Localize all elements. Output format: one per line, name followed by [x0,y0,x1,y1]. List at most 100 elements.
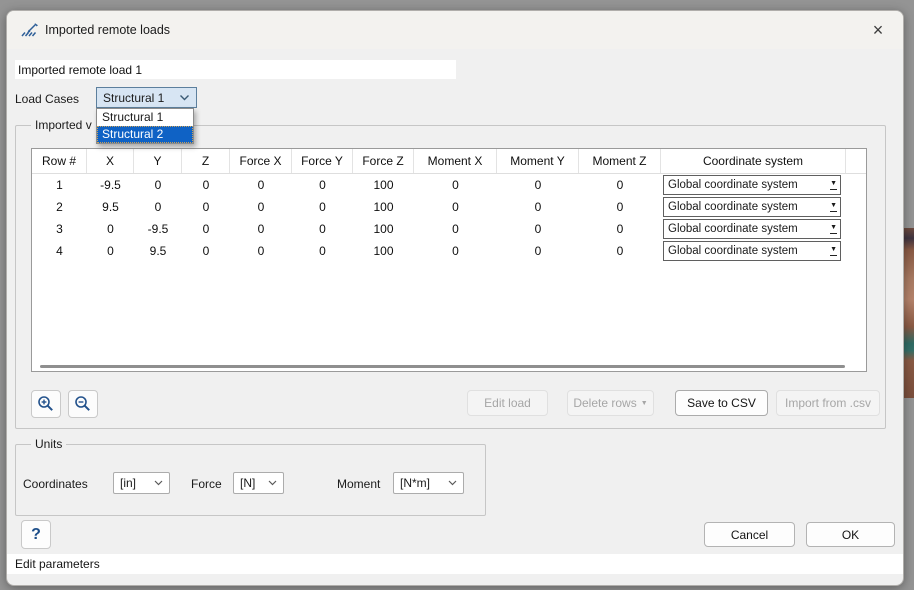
cell-moment-x: 0 [452,244,459,258]
force-unit-label: Force [191,477,222,491]
col-header-z: Z [182,149,230,173]
table-header-row: Row # X Y Z Force X Force Y Force Z Mome… [32,149,866,174]
chevron-down-icon [448,480,457,486]
remote-load-icon [20,22,40,38]
dropdown-arrow-icon: ▼ [640,399,648,407]
col-header-moment-x: Moment X [414,149,497,173]
imported-values-group-label: Imported v [31,118,96,132]
force-unit-value: [N] [240,476,256,490]
table-row[interactable]: 3 0 -9.5 0 0 0 100 0 0 0 Global coordina… [32,218,866,240]
save-to-csv-label: Save to CSV [687,396,756,410]
coordinate-system-value: Global coordinate system [668,223,798,235]
ok-button[interactable]: OK [806,522,895,547]
cell-force-x: 0 [257,178,265,192]
dropdown-arrow-icon: ▼ [830,224,837,234]
ok-label: OK [841,527,860,542]
loads-table: Row # X Y Z Force X Force Y Force Z Mome… [31,148,867,372]
force-unit-select[interactable]: [N] [233,472,284,494]
delete-rows-label: Delete rows [573,396,637,410]
cell-z: 0 [202,222,210,236]
coordinates-unit-value: [in] [120,476,137,490]
moment-unit-select[interactable]: [N*m] [393,472,464,494]
col-header-moment-z: Moment Z [579,149,661,173]
cell-moment-y: 0 [534,222,542,236]
status-bar: Edit parameters [7,554,903,574]
zoom-out-icon [75,396,90,411]
dropdown-arrow-icon: ▼ [830,180,837,190]
table-row[interactable]: 2 9.5 0 0 0 0 100 0 0 0 Global coordinat… [32,196,866,218]
cancel-button[interactable]: Cancel [704,522,795,547]
load-cases-selected-value: Structural 1 [103,90,165,105]
title-bar: Imported remote loads × [7,11,903,49]
help-button[interactable]: ? [21,520,51,549]
coordinates-unit-label: Coordinates [23,477,88,491]
import-from-csv-label: Import from .csv [784,396,871,410]
cell-x: 0 [107,222,114,236]
col-header-coordinate-system: Coordinate system [661,149,846,173]
cell-moment-x: 0 [452,178,459,192]
cancel-label: Cancel [730,527,769,542]
import-from-csv-button[interactable]: Import from .csv [776,390,880,416]
zoom-out-button[interactable] [68,390,98,418]
cell-moment-x: 0 [452,200,459,214]
cell-force-x: 0 [257,244,265,258]
zoom-in-icon [38,396,53,411]
dropdown-arrow-icon: ▼ [830,246,837,256]
cell-force-z: 100 [373,244,394,258]
chevron-down-icon [268,480,277,486]
cell-moment-z: 0 [616,222,624,236]
status-text: Edit parameters [15,557,100,571]
cell-y: 0 [154,200,162,214]
cell-moment-y: 0 [534,200,542,214]
zoom-in-button[interactable] [31,390,61,418]
col-header-force-z: Force Z [353,149,414,173]
chevron-down-icon [180,95,189,101]
close-icon[interactable]: × [865,19,891,43]
col-header-force-y: Force Y [292,149,353,173]
load-cases-dropdown-list: Structural 1 Structural 2 [96,108,194,144]
table-row[interactable]: 1 -9.5 0 0 0 0 100 0 0 0 Global coordina… [32,174,866,196]
cell-z: 0 [202,244,210,258]
cell-moment-z: 0 [616,200,624,214]
cell-moment-z: 0 [616,244,624,258]
cell-z: 0 [202,200,210,214]
cell-force-y: 0 [319,244,326,258]
window-title: Imported remote loads [45,23,171,37]
cell-y: 0 [154,178,162,192]
cell-moment-z: 0 [616,178,624,192]
cell-force-y: 0 [319,222,326,236]
cell-force-y: 0 [319,178,326,192]
coordinate-system-select[interactable]: Global coordinate system ▼ [663,219,841,239]
cell-force-y: 0 [319,200,326,214]
cell-y: -9.5 [147,222,169,236]
cell-moment-x: 0 [452,222,459,236]
load-cases-label: Load Cases [15,92,80,106]
coordinate-system-select[interactable]: Global coordinate system ▼ [663,175,841,195]
table-row[interactable]: 4 0 9.5 0 0 0 100 0 0 0 Global coordinat… [32,240,866,262]
imported-remote-loads-dialog: Imported remote loads × Load Cases Struc… [6,10,904,586]
chevron-down-icon [154,480,163,486]
cell-force-z: 100 [373,222,394,236]
cell-force-x: 0 [257,200,265,214]
coordinates-unit-select[interactable]: [in] [113,472,170,494]
col-header-force-x: Force X [230,149,292,173]
load-cases-select[interactable]: Structural 1 [96,87,197,108]
load-name-input[interactable] [15,60,456,79]
coordinate-system-value: Global coordinate system [668,245,798,257]
cell-force-z: 100 [373,200,394,214]
coordinate-system-select[interactable]: Global coordinate system ▼ [663,241,841,261]
horizontal-scrollbar[interactable] [40,365,845,368]
cell-row-num: 2 [56,200,63,214]
moment-unit-label: Moment [337,477,381,491]
coordinate-system-select[interactable]: Global coordinate system ▼ [663,197,841,217]
cell-x: -9.5 [100,178,121,192]
dropdown-option-structural-2[interactable]: Structural 2 [97,126,193,143]
delete-rows-button[interactable]: Delete rows ▼ [567,390,654,416]
dropdown-option-structural-1[interactable]: Structural 1 [97,109,193,126]
edit-load-button[interactable]: Edit load [467,390,548,416]
save-to-csv-button[interactable]: Save to CSV [675,390,768,416]
cell-x: 9.5 [102,200,119,214]
cell-row-num: 3 [56,222,63,236]
col-header-y: Y [134,149,182,173]
col-header-row: Row # [32,149,87,173]
